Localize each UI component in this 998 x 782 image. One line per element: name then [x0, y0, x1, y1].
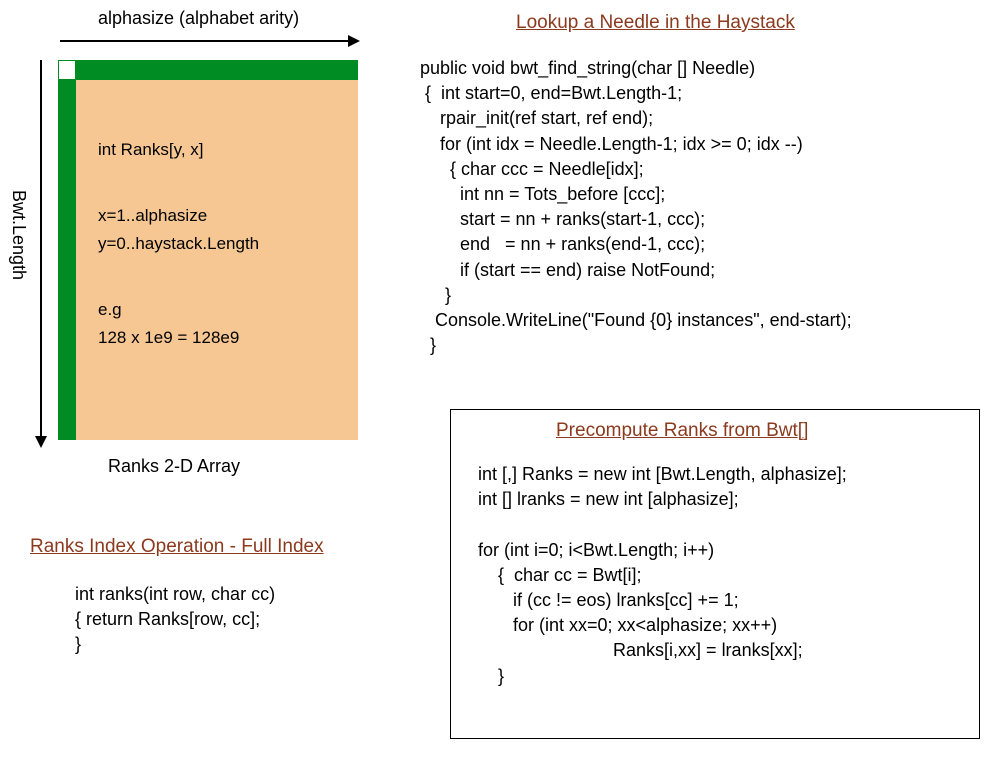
x-range: x=1..alphasize	[98, 206, 338, 226]
alphasize-label: alphasize (alphabet arity)	[98, 8, 299, 29]
eg-value: 128 x 1e9 = 128e9	[98, 328, 338, 348]
lookup-code-block: public void bwt_find_string(char [] Need…	[420, 56, 852, 358]
ranks-index-code: int ranks(int row, char cc) { return Ran…	[75, 582, 275, 658]
precompute-heading: Precompute Ranks from Bwt[]	[556, 420, 808, 442]
bwt-length-label: Bwt.Length	[8, 190, 29, 280]
array-body: int Ranks[y, x] x=1..alphasize y=0..hays…	[76, 80, 358, 440]
ranks-array-caption: Ranks 2-D Array	[108, 456, 240, 477]
y-axis-arrow	[40, 60, 42, 438]
code-line: { return Ranks[row, cc];	[75, 607, 275, 632]
code-line: }	[75, 632, 275, 657]
precompute-code-block: int [,] Ranks = new int [Bwt.Length, alp…	[478, 462, 847, 689]
ranks-array-diagram: int Ranks[y, x] x=1..alphasize y=0..hays…	[58, 60, 358, 440]
ranks-decl: int Ranks[y, x]	[98, 140, 338, 160]
code-line: int ranks(int row, char cc)	[75, 582, 275, 607]
y-range: y=0..haystack.Length	[98, 234, 338, 254]
array-corner	[58, 60, 76, 80]
x-axis-arrow	[60, 40, 350, 42]
eg-label: e.g	[98, 300, 338, 320]
lookup-heading: Lookup a Needle in the Haystack	[516, 12, 795, 34]
array-top-header	[76, 60, 358, 80]
ranks-index-heading: Ranks Index Operation - Full Index	[30, 536, 324, 558]
array-left-header	[58, 80, 76, 440]
